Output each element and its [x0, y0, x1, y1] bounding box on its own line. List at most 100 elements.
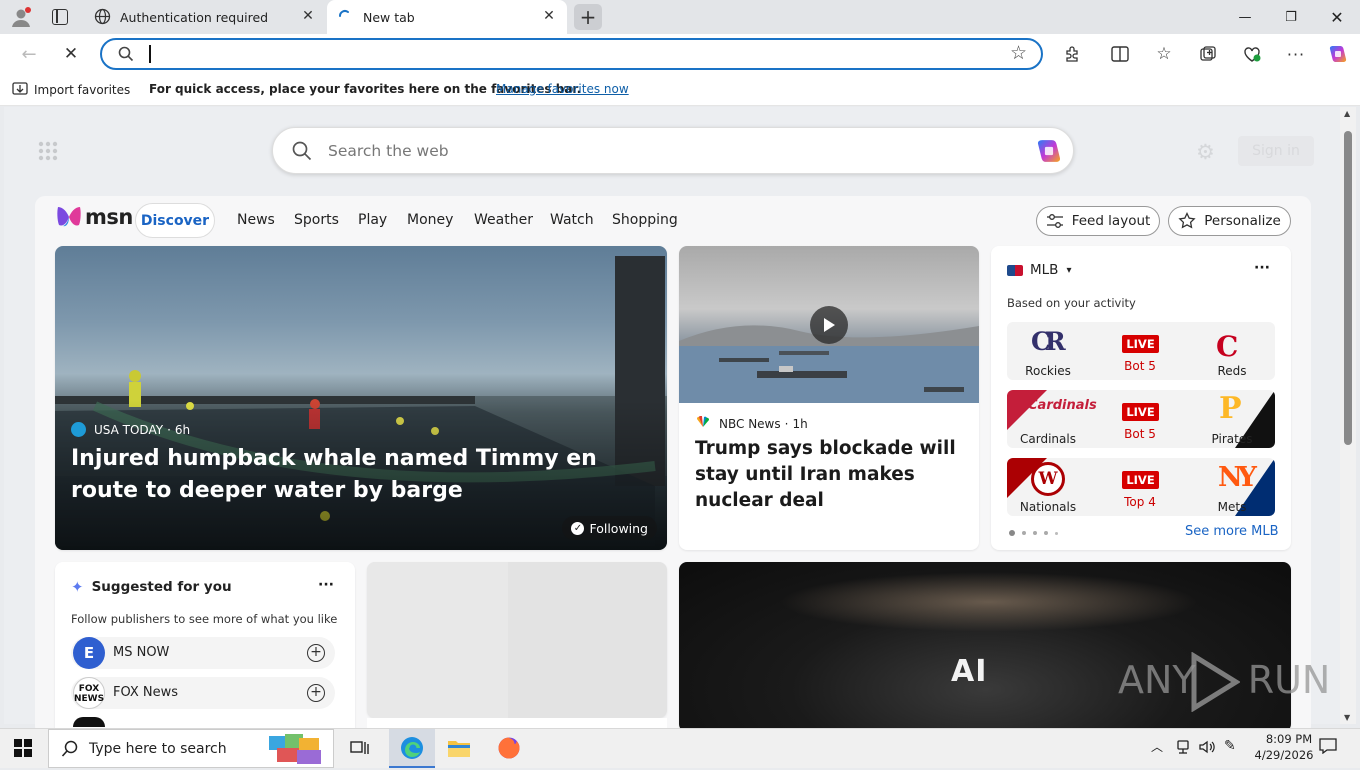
- browser-essentials-icon[interactable]: [1239, 42, 1265, 66]
- nav-play[interactable]: Play: [358, 212, 387, 228]
- see-more-mlb-link[interactable]: See more MLB: [1185, 524, 1279, 539]
- mlb-more-options-icon[interactable]: ···: [1254, 260, 1270, 276]
- follow-plus-icon[interactable]: +: [307, 644, 325, 662]
- hero-story-card[interactable]: USA TODAY · 6h Injured humpback whale na…: [55, 246, 667, 550]
- copilot-search-icon[interactable]: [1033, 136, 1065, 170]
- close-tab-icon[interactable]: ✕: [541, 8, 557, 24]
- taskbar-date[interactable]: 4/29/2026: [1244, 748, 1324, 762]
- tab-authentication-required[interactable]: Authentication required ✕: [84, 0, 326, 34]
- play-video-icon[interactable]: [810, 306, 848, 344]
- network-icon[interactable]: [1175, 739, 1191, 759]
- follow-plus-icon[interactable]: +: [307, 684, 325, 702]
- story-image: [679, 246, 979, 403]
- apps-launcher-icon[interactable]: [38, 141, 58, 165]
- minimize-button[interactable]: —: [1222, 0, 1268, 34]
- suggested-title-label: Suggested for you: [91, 579, 232, 595]
- close-tab-icon[interactable]: ✕: [300, 8, 316, 24]
- personalize-label: Personalize: [1204, 213, 1281, 229]
- profile-icon[interactable]: [10, 6, 32, 28]
- suggested-more-options-icon[interactable]: ···: [318, 577, 334, 593]
- show-hidden-icons-icon[interactable]: ︿: [1151, 738, 1163, 755]
- new-tab-button[interactable]: +: [574, 4, 602, 30]
- nav-weather[interactable]: Weather: [474, 212, 533, 228]
- hero-headline[interactable]: Injured humpback whale named Timmy en ro…: [71, 443, 651, 507]
- task-view-icon[interactable]: [345, 733, 375, 763]
- more-menu-icon[interactable]: ···: [1283, 42, 1309, 66]
- nav-discover[interactable]: Discover: [135, 203, 215, 238]
- firefox-icon[interactable]: [494, 733, 524, 763]
- msn-logo-text: msn: [85, 205, 133, 229]
- nav-shopping[interactable]: Shopping: [612, 212, 678, 228]
- notifications-icon[interactable]: [1319, 738, 1337, 758]
- live-badge: LIVE: [1122, 471, 1159, 489]
- following-badge[interactable]: ✓ Following: [562, 516, 657, 540]
- search-icon: [61, 740, 79, 762]
- feed-layout-button[interactable]: Feed layout: [1036, 206, 1160, 236]
- import-favorites-label: Import favorites: [34, 83, 131, 97]
- favorite-star-icon[interactable]: ☆: [1010, 42, 1027, 64]
- tab-new-tab[interactable]: New tab ✕: [327, 0, 567, 34]
- sliders-icon: [1046, 214, 1063, 228]
- copilot-icon[interactable]: [1325, 42, 1351, 66]
- msn-logo[interactable]: msn: [56, 205, 133, 229]
- page-scrollbar[interactable]: ▲ ▼: [1340, 107, 1356, 724]
- mlb-subtitle: Based on your activity: [1007, 296, 1136, 310]
- nav-sports[interactable]: Sports: [294, 212, 339, 228]
- volume-icon[interactable]: [1198, 739, 1216, 759]
- sign-in-button[interactable]: Sign in: [1238, 136, 1314, 166]
- ai-label: AI: [951, 654, 988, 689]
- story-source-name: NBC News: [719, 416, 781, 431]
- settings-gear-icon[interactable]: ⚙: [1196, 140, 1215, 164]
- file-explorer-icon[interactable]: [444, 733, 474, 763]
- publisher-row[interactable]: FOX NEWS FOX News +: [71, 677, 335, 709]
- close-window-button[interactable]: ✕: [1314, 0, 1360, 34]
- suggested-title: ✦ Suggested for you: [71, 578, 232, 596]
- live-badge: LIVE: [1122, 403, 1159, 421]
- restore-button[interactable]: ❐: [1268, 0, 1314, 34]
- carousel-dots[interactable]: [1009, 530, 1058, 536]
- tab-title: New tab: [363, 9, 415, 25]
- publisher-name: FOX News: [113, 685, 179, 700]
- publisher-row[interactable]: E MS NOW +: [71, 637, 335, 669]
- mlb-title[interactable]: MLB ▾: [1007, 262, 1071, 278]
- back-icon[interactable]: ←: [16, 42, 42, 66]
- web-search-placeholder: Search the web: [328, 142, 449, 160]
- play-logo-icon: [1191, 652, 1240, 712]
- manage-favorites-link[interactable]: Manage favorites now: [496, 82, 629, 96]
- search-highlight-puzzle-icon: [267, 732, 327, 770]
- cardinals-logo-icon: Cardinals: [1028, 398, 1097, 413]
- globe-icon: [94, 8, 112, 26]
- split-screen-icon[interactable]: [1107, 42, 1133, 66]
- chevron-down-icon: ▾: [1066, 264, 1072, 276]
- taskbar-search-box[interactable]: Type here to search: [48, 729, 334, 768]
- reds-logo-icon: C: [1216, 330, 1239, 363]
- address-bar[interactable]: ☆: [100, 38, 1043, 70]
- taskbar-time[interactable]: 8:09 PM: [1254, 732, 1324, 746]
- inning: Top 4: [1124, 495, 1156, 509]
- team-cardinals: Cardinals: [1020, 432, 1076, 446]
- extensions-icon[interactable]: [1059, 42, 1085, 66]
- hero-source[interactable]: USA TODAY · 6h: [71, 422, 190, 437]
- stop-loading-icon[interactable]: ✕: [58, 42, 84, 66]
- scrollbar-thumb[interactable]: [1344, 131, 1352, 445]
- nav-watch[interactable]: Watch: [550, 212, 594, 228]
- news-story-card[interactable]: NBC News · 1h Trump says blockade will s…: [679, 246, 979, 550]
- windows-start-icon[interactable]: [8, 733, 38, 763]
- sparkle-icon: ✦: [71, 578, 84, 596]
- web-search-box[interactable]: Search the web: [272, 127, 1074, 174]
- story-headline[interactable]: Trump says blockade will stay until Iran…: [695, 436, 970, 514]
- nav-news[interactable]: News: [237, 212, 275, 228]
- favorites-icon[interactable]: ☆: [1151, 42, 1177, 66]
- fox-news-logo-icon: FOX NEWS: [73, 677, 105, 709]
- tab-title: Authentication required: [120, 9, 269, 25]
- import-favorites-button[interactable]: Import favorites: [12, 81, 130, 99]
- tab-actions-icon[interactable]: [52, 9, 68, 25]
- input-language-icon[interactable]: ✎: [1224, 738, 1236, 754]
- edge-taskbar-button[interactable]: [389, 729, 435, 768]
- loading-placeholder-strip: [367, 718, 667, 728]
- nav-money[interactable]: Money: [407, 212, 453, 228]
- publisher-name: MS NOW: [113, 645, 170, 660]
- personalize-button[interactable]: Personalize: [1168, 206, 1291, 236]
- story-source[interactable]: NBC News · 1h: [695, 415, 808, 431]
- collections-icon[interactable]: [1195, 42, 1221, 66]
